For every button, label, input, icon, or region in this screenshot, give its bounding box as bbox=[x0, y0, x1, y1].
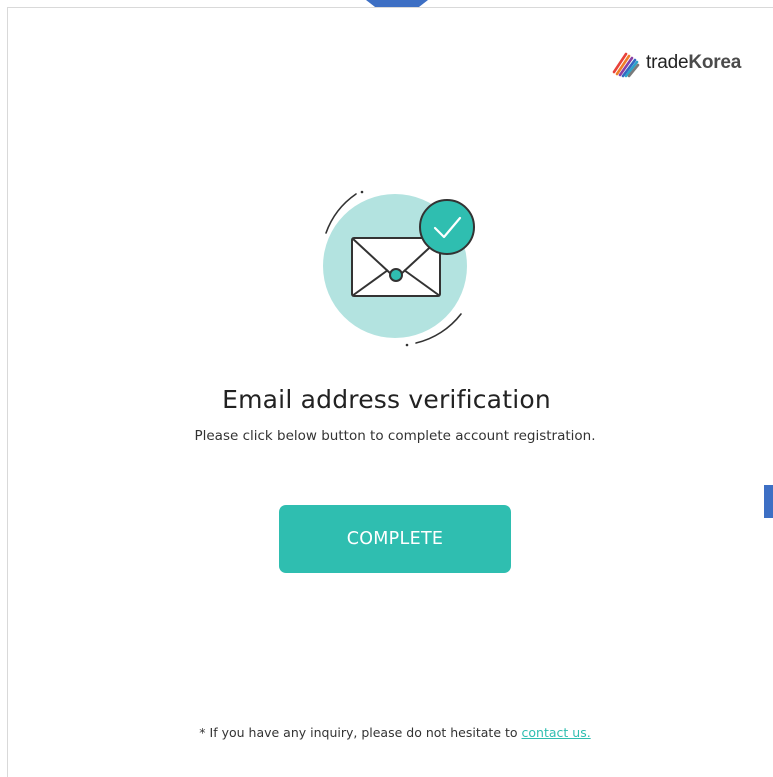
page-subtitle: Please click below button to complete ac… bbox=[194, 428, 596, 444]
brand-wordmark: tradeKorea bbox=[646, 52, 741, 74]
brand-wordmark-korea: Korea bbox=[688, 52, 742, 73]
complete-button[interactable]: COMPLETE bbox=[279, 505, 511, 573]
tradekorea-stripes-icon bbox=[612, 52, 640, 78]
inquiry-note-text: * If you have any inquiry, please do not… bbox=[199, 725, 522, 740]
envelope-checkmark-icon bbox=[323, 190, 475, 347]
inquiry-note: * If you have any inquiry, please do not… bbox=[0, 725, 773, 740]
brand-wordmark-trade: trade bbox=[646, 52, 689, 73]
page-title: Email address verification bbox=[222, 385, 551, 414]
contact-us-link[interactable]: contact us. bbox=[522, 725, 591, 740]
brand-logo: tradeKorea bbox=[608, 47, 741, 79]
side-scroll-marker bbox=[764, 485, 773, 518]
